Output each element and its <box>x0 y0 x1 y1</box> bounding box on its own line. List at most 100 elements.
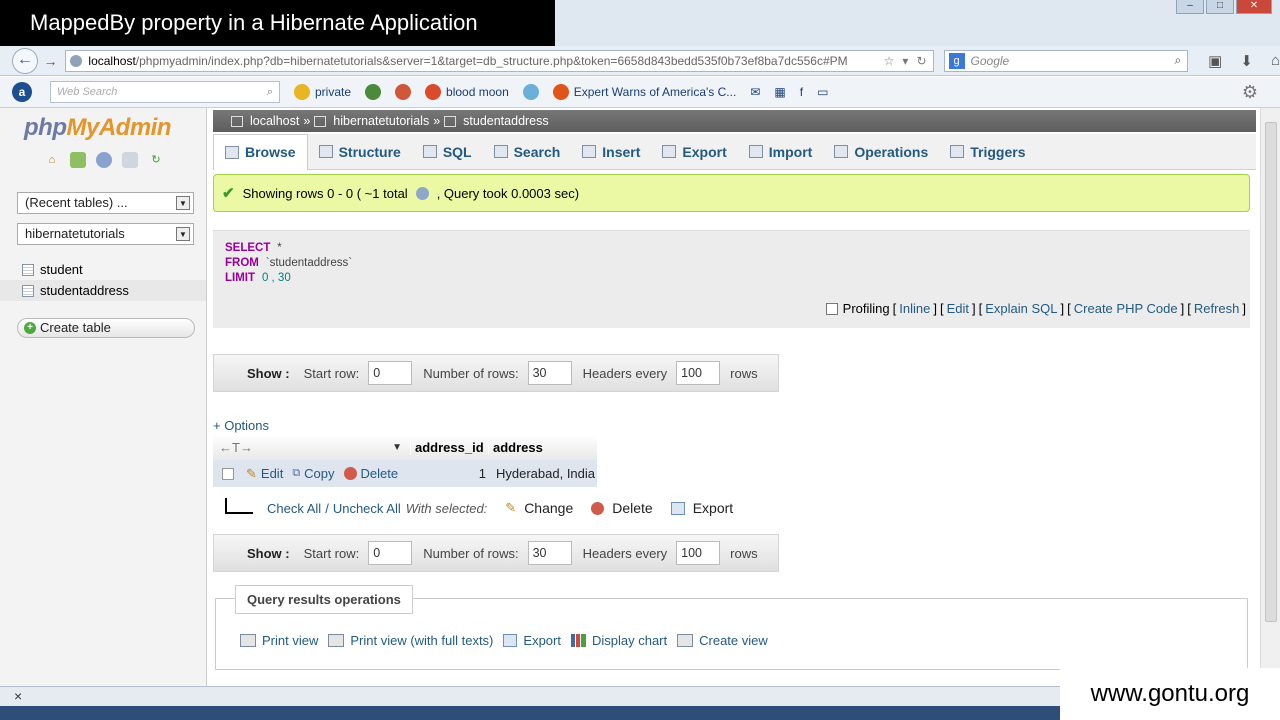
home-icon[interactable]: ⌂ <box>44 152 60 168</box>
profiling-checkbox[interactable] <box>825 302 838 315</box>
breadcrumb-table[interactable]: studentaddress <box>463 110 548 132</box>
edit-sql-link[interactable]: Edit <box>947 301 969 316</box>
settings-icon[interactable] <box>122 152 138 168</box>
sidebar-item-student[interactable]: student <box>0 259 206 280</box>
tab-triggers[interactable]: Triggers <box>939 134 1036 170</box>
explain-sql-link[interactable]: Explain SQL <box>985 301 1057 316</box>
search-icon[interactable]: ⌕ <box>1174 53 1181 68</box>
tab-import[interactable]: Import <box>738 134 824 170</box>
bookmarks-menu-icon[interactable]: ▣ <box>1208 52 1222 70</box>
database-select[interactable]: hibernatetutorials ▼ <box>17 223 194 245</box>
toolbar-item-headline[interactable]: Expert Warns of America's C... <box>552 84 736 100</box>
phpmyadmin-logo[interactable]: phpMyAdmin <box>24 114 206 142</box>
close-window-button[interactable]: ✕ <box>1236 0 1272 14</box>
options-link[interactable]: + Options <box>213 418 269 433</box>
home-icon[interactable]: ⌂ <box>1271 52 1280 70</box>
toolbar-item-private[interactable]: private <box>294 84 351 100</box>
result-table: ←T→ ▼ address_id address ✎ Edit ⧉ Copy Del… <box>213 434 597 487</box>
maximize-button[interactable]: □ <box>1206 0 1234 14</box>
gear-icon[interactable]: ⚙ <box>1242 82 1258 103</box>
delete-selected-button[interactable]: Delete <box>591 500 653 516</box>
back-button[interactable]: ← <box>12 47 38 74</box>
toolbar-link-icon[interactable] <box>365 84 382 100</box>
help-icon[interactable] <box>415 186 429 200</box>
close-icon[interactable]: × <box>14 688 22 704</box>
change-button[interactable]: ✎ Change <box>505 500 573 516</box>
browser-search-input[interactable]: g Google ⌕ <box>943 49 1189 72</box>
sql-query-icon[interactable] <box>70 152 86 168</box>
row-delete-link[interactable]: Delete <box>343 466 398 481</box>
addon-logo-icon[interactable]: a <box>12 82 32 102</box>
uncheck-all-link[interactable]: Uncheck All <box>333 501 401 516</box>
toolbar-item-blood-moon[interactable]: blood moon <box>425 84 509 100</box>
show-button[interactable]: Show : <box>247 546 290 561</box>
minimize-button[interactable]: – <box>1176 0 1204 14</box>
export-link[interactable]: Export <box>503 633 561 648</box>
column-header-address-id[interactable]: address_id <box>410 439 488 455</box>
sql-keyword: FROM <box>225 257 259 269</box>
window-title-strip: – □ ✕ <box>555 0 1280 46</box>
export-selected-button[interactable]: Export <box>670 500 733 516</box>
sql-query-box: SELECT * FROM `studentaddress` LIMIT 0 ,… <box>213 230 1250 328</box>
breadcrumb-separator: » <box>433 114 441 128</box>
reload-icon[interactable]: ↻ <box>148 152 164 168</box>
create-view-link[interactable]: Create view <box>677 633 768 648</box>
table-tabs: Browse Structure SQL Search Insert Expor… <box>213 133 1256 170</box>
cell-address-id[interactable]: 1 <box>413 466 492 481</box>
scrollbar-thumb[interactable] <box>1265 122 1277 622</box>
copy-icon: ⧉ <box>292 467 301 479</box>
arrows-label: ←T→ <box>219 439 253 455</box>
headers-every-input[interactable] <box>676 361 721 385</box>
start-row-input[interactable] <box>368 361 413 385</box>
create-table-label: Create table <box>40 320 111 335</box>
column-header-address[interactable]: address <box>488 439 593 455</box>
num-rows-input[interactable] <box>527 361 572 385</box>
num-rows-input[interactable] <box>527 541 572 565</box>
dropdown-icon[interactable]: ▾ <box>902 54 908 68</box>
twitter-icon[interactable]: ▦ <box>774 85 785 99</box>
search-icon[interactable]: ⌕ <box>267 82 273 102</box>
print-view-full-link[interactable]: Print view (with full texts) <box>328 633 493 648</box>
refresh-link[interactable]: Refresh <box>1194 301 1240 316</box>
create-table-button[interactable]: + Create table <box>17 318 195 338</box>
row-checkbox[interactable] <box>222 467 234 480</box>
toolbar-item-sparkle[interactable] <box>522 84 539 100</box>
web-search-input[interactable]: Web Search ⌕ <box>50 81 280 103</box>
breadcrumb-server[interactable]: localhost <box>250 110 299 132</box>
sidebar-item-studentaddress[interactable]: studentaddress <box>0 280 206 301</box>
inline-link[interactable]: Inline <box>899 301 930 316</box>
breadcrumb-database[interactable]: hibernatetutorials <box>333 110 429 132</box>
tab-operations[interactable]: Operations <box>823 134 939 170</box>
display-chart-link[interactable]: Display chart <box>570 633 667 648</box>
chart-icon <box>570 634 586 647</box>
create-php-code-link[interactable]: Create PHP Code <box>1074 301 1178 316</box>
tab-structure[interactable]: Structure <box>308 134 412 170</box>
headers-every-input[interactable] <box>676 541 721 565</box>
start-row-input[interactable] <box>368 541 413 565</box>
recent-tables-select[interactable]: (Recent tables) ... ▼ <box>17 192 194 214</box>
vertical-scrollbar[interactable] <box>1260 108 1280 686</box>
column-arrows[interactable]: ←T→ ▼ <box>213 440 410 455</box>
forward-button[interactable]: → <box>42 53 60 69</box>
sort-dropdown-icon[interactable]: ▼ <box>392 442 402 453</box>
facebook-icon[interactable]: f <box>800 85 803 99</box>
toolbar-target-icon[interactable] <box>395 84 412 100</box>
row-edit-link[interactable]: ✎ Edit <box>246 466 283 482</box>
bookmark-star-icon[interactable]: ☆ <box>884 54 895 68</box>
cell-address[interactable]: Hyderabad, India <box>492 466 597 481</box>
tab-insert[interactable]: Insert <box>571 134 651 170</box>
reload-icon[interactable]: ↻ <box>916 54 926 68</box>
tab-sql[interactable]: SQL <box>412 134 483 170</box>
address-bar[interactable]: localhost /phpmyadmin/index.php?db=hiber… <box>65 49 934 72</box>
download-icon[interactable]: ⬇ <box>1240 52 1253 70</box>
check-all-link[interactable]: Check All <box>267 501 321 516</box>
show-button[interactable]: Show : <box>247 366 290 381</box>
tab-browse[interactable]: Browse <box>213 133 308 170</box>
tab-export[interactable]: Export <box>651 134 737 170</box>
screen-icon[interactable]: ▭ <box>817 85 828 99</box>
docs-icon[interactable] <box>96 152 112 168</box>
print-view-link[interactable]: Print view <box>240 633 318 648</box>
row-copy-link[interactable]: ⧉ Copy <box>292 466 334 481</box>
tab-search[interactable]: Search <box>483 134 572 170</box>
mail-icon[interactable]: ✉ <box>750 85 760 99</box>
